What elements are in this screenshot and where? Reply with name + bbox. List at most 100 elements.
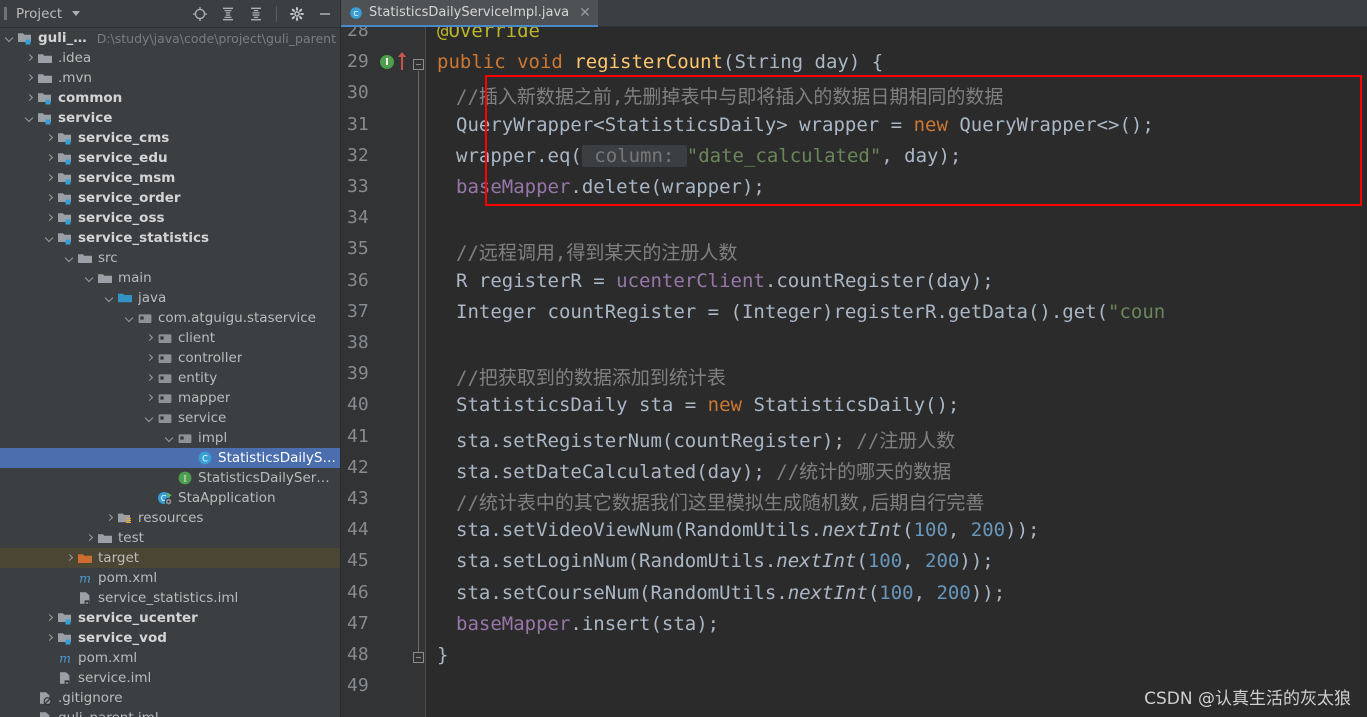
code-lines[interactable]: @Override public void registerCount(Strin…: [341, 27, 1367, 717]
tree-row[interactable]: service_vod: [0, 628, 340, 648]
resources-folder-icon: [117, 510, 133, 526]
chevron-down-icon[interactable]: [104, 293, 115, 304]
tree-row[interactable]: service_statistics.iml: [0, 588, 340, 608]
fold-expanded-icon[interactable]: [413, 59, 424, 71]
chevron-right-icon[interactable]: [24, 53, 35, 64]
tree-row[interactable]: service.iml: [0, 668, 340, 688]
tree-row[interactable]: service_statistics: [0, 228, 340, 248]
tree-row[interactable]: src: [0, 248, 340, 268]
tree-row[interactable]: service_msm: [0, 168, 340, 188]
tree-row[interactable]: impl: [0, 428, 340, 448]
tree-row[interactable]: service: [0, 408, 340, 428]
code-line[interactable]: sta.setDateCalculated(day); //统计的哪天的数据: [456, 457, 951, 484]
code-line[interactable]: baseMapper.insert(sta);: [456, 613, 719, 635]
project-title-group[interactable]: Project: [4, 6, 81, 22]
chevron-right-icon[interactable]: [44, 633, 55, 644]
tree-row[interactable]: target: [0, 548, 340, 568]
chevron-right-icon[interactable]: [44, 213, 55, 224]
tree-row-selected[interactable]: C StatisticsDailyServiceImpl: [0, 448, 340, 468]
tree-row[interactable]: resources: [0, 508, 340, 528]
tree-row[interactable]: java: [0, 288, 340, 308]
tree-row[interactable]: I StatisticsDailyService: [0, 468, 340, 488]
tree-row[interactable]: .gitignore: [0, 688, 340, 708]
chevron-down-icon[interactable]: [144, 413, 155, 424]
tree-row[interactable]: test: [0, 528, 340, 548]
tree-row-label: pom.xml: [98, 570, 158, 586]
chevron-right-icon[interactable]: [144, 393, 155, 404]
chevron-right-icon[interactable]: [44, 613, 55, 624]
code-line[interactable]: StatisticsDaily sta = new StatisticsDail…: [456, 394, 959, 416]
chevron-right-icon[interactable]: [144, 373, 155, 384]
code-line[interactable]: sta.setRegisterNum(countRegister); //注册人…: [456, 426, 955, 453]
minimize-icon[interactable]: [317, 6, 333, 22]
fold-end-icon[interactable]: [413, 652, 424, 663]
gear-icon[interactable]: [289, 6, 305, 22]
tree-row[interactable]: client: [0, 328, 340, 348]
expand-all-icon[interactable]: [220, 6, 236, 22]
chevron-down-icon[interactable]: [4, 33, 15, 44]
code-line[interactable]: @Override: [437, 27, 540, 42]
code-line[interactable]: //远程调用,得到某天的注册人数: [456, 238, 737, 265]
chevron-right-icon[interactable]: [44, 193, 55, 204]
chevron-down-icon[interactable]: [24, 113, 35, 124]
tree-row[interactable]: m pom.xml: [0, 568, 340, 588]
code-line[interactable]: sta.setVideoViewNum(RandomUtils.nextInt(…: [456, 519, 1039, 541]
tree-row[interactable]: controller: [0, 348, 340, 368]
locate-icon[interactable]: [192, 6, 208, 22]
chevron-right-icon[interactable]: [44, 133, 55, 144]
folder-icon: [37, 70, 53, 86]
tree-row[interactable]: entity: [0, 368, 340, 388]
code-token: ,: [902, 550, 926, 573]
code-line[interactable]: //插入新数据之前,先删掉表中与即将插入的数据日期相同的数据: [456, 82, 1003, 109]
tree-row[interactable]: main: [0, 268, 340, 288]
chevron-right-icon[interactable]: [84, 533, 95, 544]
chevron-right-icon[interactable]: [24, 93, 35, 104]
tree-row[interactable]: service_order: [0, 188, 340, 208]
tree-row[interactable]: m pom.xml: [0, 648, 340, 668]
tree-row[interactable]: service: [0, 108, 340, 128]
collapse-all-icon[interactable]: [248, 6, 264, 22]
code-line[interactable]: R registerR = ucenterClient.countRegiste…: [456, 270, 994, 292]
tree-row[interactable]: service_ucenter: [0, 608, 340, 628]
tree-row[interactable]: common: [0, 88, 340, 108]
chevron-right-icon[interactable]: [144, 353, 155, 364]
project-path-label: D:\study\java\code\project\guli_parent: [96, 30, 336, 46]
chevron-right-icon[interactable]: [24, 73, 35, 84]
panel-drag-handle[interactable]: [4, 7, 7, 20]
tree-row[interactable]: guli_parent D:\study\java\code\project\gu…: [0, 28, 340, 48]
tree-row[interactable]: service_cms: [0, 128, 340, 148]
chevron-down-icon[interactable]: [84, 273, 95, 284]
code-line[interactable]: sta.setCourseNum(RandomUtils.nextInt(100…: [456, 582, 1005, 604]
code-editor[interactable]: 28 29 30 31 32 33 34 35 36 37 38 39 40 41 42 43 44 45 46 47…: [341, 27, 1367, 717]
tree-row[interactable]: C StaApplication: [0, 488, 340, 508]
chevron-down-icon[interactable]: [64, 253, 75, 264]
chevron-right-icon[interactable]: [144, 333, 155, 344]
chevron-down-icon[interactable]: [44, 233, 55, 244]
chevron-right-icon[interactable]: [44, 173, 55, 184]
code-line[interactable]: wrapper.eq( column: "date_calculated", d…: [456, 144, 961, 167]
code-line[interactable]: }: [437, 644, 448, 666]
code-line[interactable]: Integer countRegister = (Integer)registe…: [456, 301, 1165, 323]
project-tree[interactable]: guli_parent D:\study\java\code\project\gu…: [0, 28, 340, 717]
chevron-right-icon[interactable]: [44, 153, 55, 164]
code-line[interactable]: QueryWrapper<StatisticsDaily> wrapper = …: [456, 114, 1154, 136]
chevron-right-icon[interactable]: [104, 513, 115, 524]
chevron-down-icon[interactable]: [164, 433, 175, 444]
editor-tab[interactable]: C StatisticsDailyServiceImpl.java ✕: [341, 0, 598, 27]
chevron-down-icon[interactable]: [72, 11, 81, 16]
tree-row[interactable]: com.atguigu.staservice: [0, 308, 340, 328]
chevron-right-icon[interactable]: [64, 553, 75, 564]
tree-row[interactable]: mapper: [0, 388, 340, 408]
code-line[interactable]: baseMapper.delete(wrapper);: [456, 176, 765, 198]
code-line[interactable]: sta.setLoginNum(RandomUtils.nextInt(100,…: [456, 550, 994, 572]
tree-row[interactable]: .idea: [0, 48, 340, 68]
code-line[interactable]: public void registerCount(String day) {: [437, 51, 883, 73]
tree-row[interactable]: service_oss: [0, 208, 340, 228]
close-icon[interactable]: ✕: [579, 5, 591, 21]
tree-row[interactable]: .mvn: [0, 68, 340, 88]
tree-row[interactable]: service_edu: [0, 148, 340, 168]
code-line[interactable]: //把获取到的数据添加到统计表: [456, 363, 726, 390]
tree-row[interactable]: guli_parent.iml: [0, 708, 340, 717]
code-line[interactable]: //统计表中的其它数据我们这里模拟生成随机数,后期自行完善: [456, 488, 984, 515]
chevron-down-icon[interactable]: [124, 313, 135, 324]
